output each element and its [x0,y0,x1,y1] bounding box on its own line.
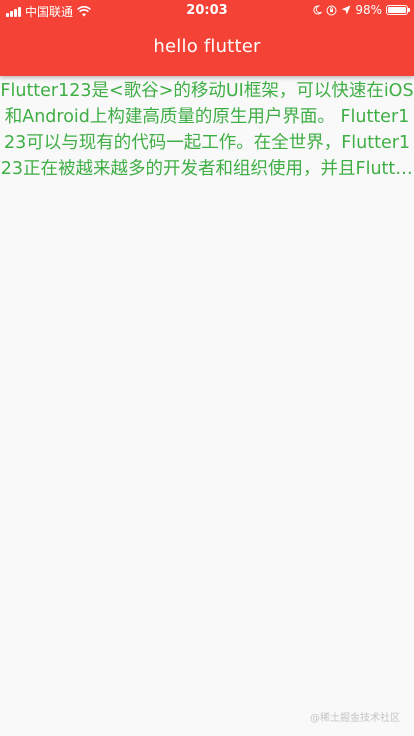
watermark: @稀土掘金技术社区 [310,713,400,724]
battery-percent: 98% [355,3,382,17]
status-right: 98% [312,3,410,17]
battery-icon [386,5,410,15]
status-bar: 中国联通 20:03 98% [0,0,414,22]
moon-icon [313,5,323,15]
orientation-lock-icon [326,5,337,15]
location-icon [341,5,351,15]
app-bar: 中国联通 20:03 98% hello flutter [0,0,414,76]
main-content: Flutter123是<歌谷>的移动UI框架，可以快速在iOS和Android上… [0,78,414,182]
page-title: hello flutter [153,36,261,57]
battery-fill [388,7,406,13]
body-text: Flutter123是<歌谷>的移动UI框架，可以快速在iOS和Android上… [0,81,414,179]
